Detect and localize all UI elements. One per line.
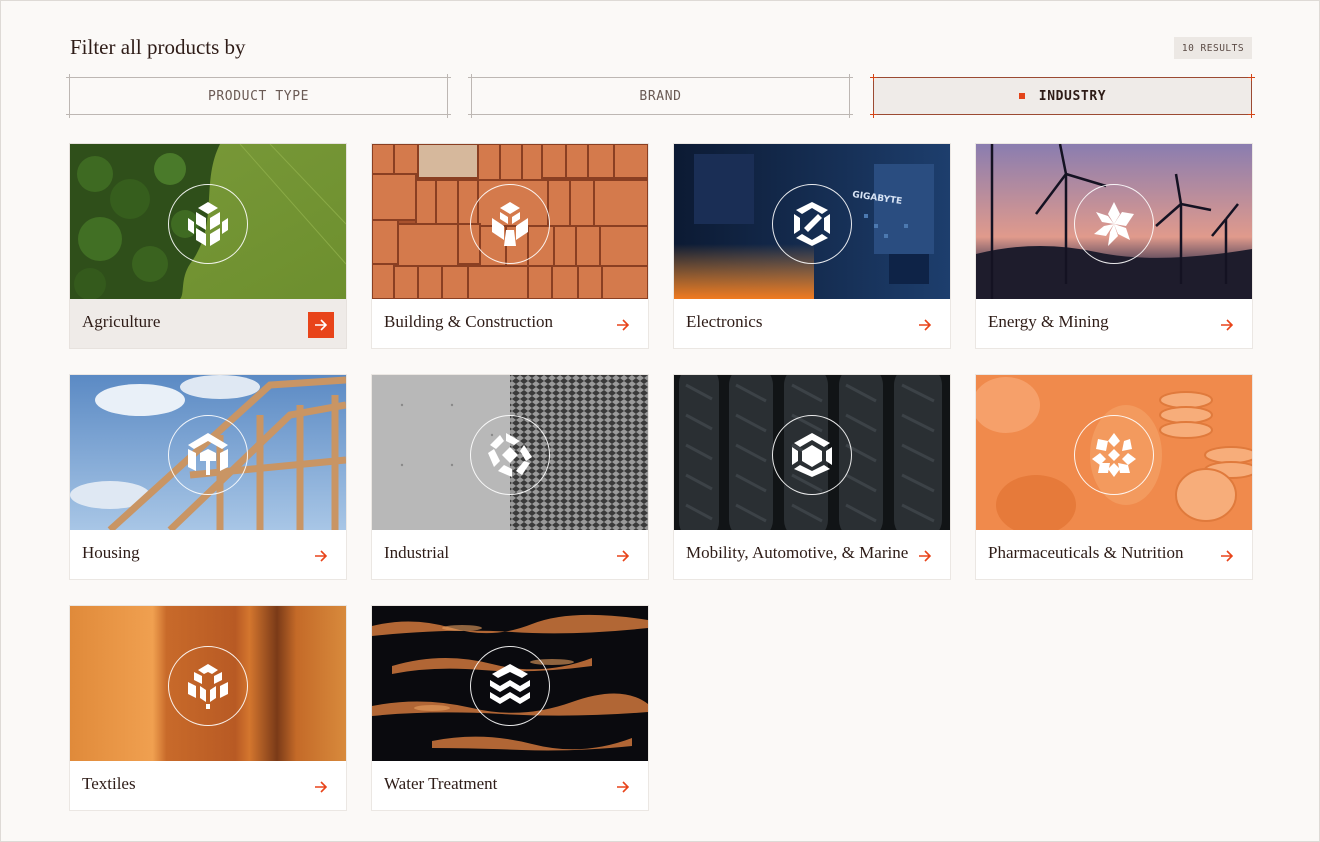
mobility-emblem-icon <box>772 415 852 495</box>
industry-card-textiles[interactable]: Textiles <box>69 605 347 811</box>
industry-label: Industrial <box>384 543 450 562</box>
pharma-emblem-icon <box>1074 415 1154 495</box>
industry-label: Building & Construction <box>384 312 554 331</box>
arrow-right-icon[interactable] <box>1214 543 1240 569</box>
industry-label: Pharmaceuticals & Nutrition <box>988 543 1184 562</box>
tab-brand[interactable]: BRAND <box>468 74 853 118</box>
arrow-right-icon[interactable] <box>1214 312 1240 338</box>
tab-label: INDUSTRY <box>1038 88 1107 104</box>
industry-label: Water Treatment <box>384 774 498 793</box>
housing-emblem-icon <box>168 415 248 495</box>
arrow-right-icon[interactable] <box>610 774 636 800</box>
industry-card-water-treatment[interactable]: Water Treatment <box>371 605 649 811</box>
industry-label: Energy & Mining <box>988 312 1109 331</box>
tab-product-type[interactable]: PRODUCT TYPE <box>66 74 451 118</box>
industry-label: Textiles <box>82 774 136 793</box>
textiles-emblem-icon <box>168 646 248 726</box>
industrial-emblem-icon <box>470 415 550 495</box>
electronics-emblem-icon <box>772 184 852 264</box>
industry-card-pharmaceuticals[interactable]: Pharmaceuticals & Nutrition <box>975 374 1253 580</box>
active-indicator-icon <box>1018 93 1025 99</box>
industry-card-mobility[interactable]: Mobility, Automotive, & Marine <box>673 374 951 580</box>
tab-label: PRODUCT TYPE <box>207 88 310 104</box>
industry-label: Electronics <box>686 312 763 331</box>
arrow-right-icon[interactable] <box>912 312 938 338</box>
page-title: Filter all products by <box>70 35 246 59</box>
arrow-right-icon[interactable] <box>308 774 334 800</box>
industry-card-building-construction[interactable]: Building & Construction <box>371 143 649 349</box>
tab-industry[interactable]: INDUSTRY <box>870 74 1255 118</box>
industry-card-electronics[interactable]: GIGABYTE Electronics <box>673 143 951 349</box>
results-count-badge: 10 RESULTS <box>1174 37 1252 59</box>
industry-card-energy-mining[interactable]: Energy & Mining <box>975 143 1253 349</box>
tab-label: BRAND <box>639 88 682 104</box>
industry-label: Mobility, Automotive, & Marine <box>686 543 909 562</box>
page: Filter all products by 10 RESULTS PRODUC… <box>0 0 1320 842</box>
arrow-right-icon[interactable] <box>308 543 334 569</box>
industry-label: Agriculture <box>82 312 161 331</box>
construction-emblem-icon <box>470 184 550 264</box>
arrow-right-icon[interactable] <box>610 312 636 338</box>
industry-card-industrial[interactable]: Industrial <box>371 374 649 580</box>
agriculture-emblem-icon <box>168 184 248 264</box>
arrow-right-icon[interactable] <box>610 543 636 569</box>
industry-card-housing[interactable]: Housing <box>69 374 347 580</box>
energy-emblem-icon <box>1074 184 1154 264</box>
arrow-right-icon[interactable] <box>912 543 938 569</box>
industry-card-agriculture[interactable]: Agriculture <box>69 143 347 349</box>
arrow-right-icon[interactable] <box>308 312 334 338</box>
industry-label: Housing <box>82 543 140 562</box>
water-emblem-icon <box>470 646 550 726</box>
